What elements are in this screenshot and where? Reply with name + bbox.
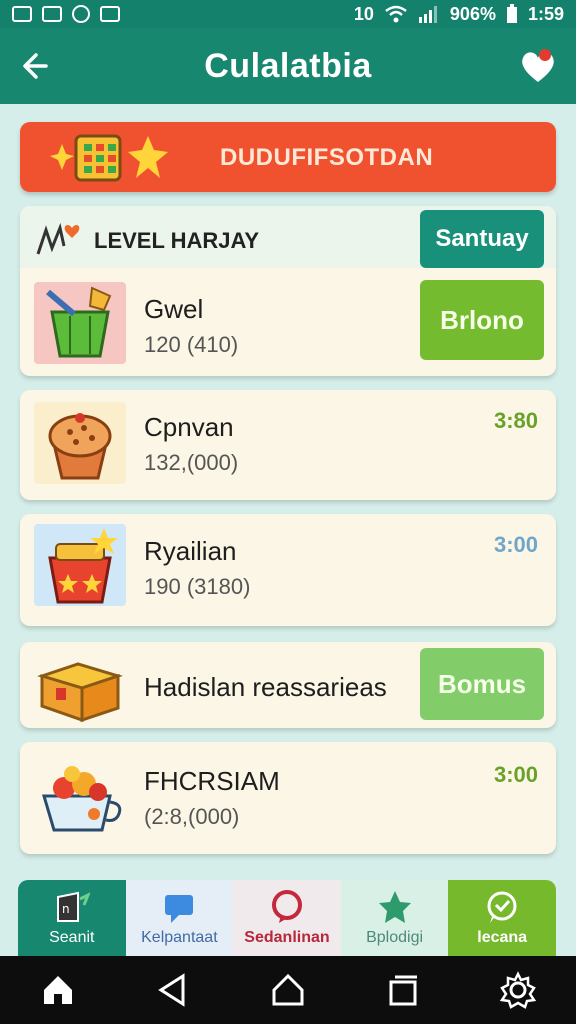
tab-lecana[interactable]: lecana [448, 880, 556, 956]
chat-icon [165, 895, 194, 923]
tab-seanit[interactable]: n Seanit [18, 880, 126, 956]
tab-label: Kelpantaat [141, 929, 218, 946]
tab-label: Bplodigi [366, 929, 424, 946]
clock: 1:59 [527, 3, 564, 24]
speech-bubble-icon [271, 890, 302, 923]
image-icon [12, 6, 32, 22]
back-arrow-icon[interactable] [18, 48, 58, 84]
game-icon: n [56, 891, 90, 922]
fruit-cup-thumbnail [34, 752, 126, 834]
treasure-chest-thumbnail [34, 646, 126, 724]
item-name: Hadislan reassarieas [144, 672, 387, 702]
item-name: Ryailian [144, 536, 237, 566]
item-subtitle: 132,(000) [144, 450, 239, 475]
music-heart-icon [34, 220, 86, 260]
item-name: FHCRSIAM [144, 766, 280, 796]
tab-sedanlinan[interactable]: Sedanlinan [233, 880, 341, 956]
calendar-icon [100, 6, 120, 22]
list-item[interactable]: FHCRSIAM (2:8,(000) 3:00 [20, 742, 556, 854]
item-subtitle: (2:8,(000) [144, 804, 240, 829]
bottom-tab-bar: n Seanit Kelpantaat Sedanlinan Bplodigi … [18, 880, 556, 956]
page-title: Culalatbia [204, 46, 372, 85]
battery-percent: 906% [449, 3, 496, 24]
home-outline-icon[interactable] [268, 970, 308, 1010]
item-time: 3:00 [493, 762, 538, 787]
promo-banner[interactable]: DUDUFIFSOTDAN [20, 122, 556, 192]
wifi-icon [385, 5, 407, 23]
circle-icon [72, 5, 90, 23]
level-title: LEVEL HARJAY [94, 228, 260, 253]
status-bar: 10 906% 1:59 [0, 0, 576, 28]
chart-icon [42, 6, 62, 22]
item-name: Cpnvan [144, 412, 234, 442]
item-time: 3:80 [493, 408, 538, 433]
item-subtitle: 190 (3180) [144, 574, 251, 599]
bonus-button[interactable]: Bomus [420, 648, 544, 720]
system-nav-bar [0, 956, 576, 1024]
item-name: Gwel [144, 294, 204, 324]
network-indicator: 10 [353, 3, 374, 24]
level-card: LEVEL HARJAY Santuay Gwel 120 (410) Brlo… [20, 206, 556, 376]
star-icon [378, 891, 411, 923]
back-icon[interactable] [153, 970, 193, 1010]
battery-icon [506, 4, 517, 23]
settings-gear-icon[interactable] [498, 970, 538, 1010]
calendar-reward-icon [40, 130, 170, 184]
signal-icon [418, 6, 437, 23]
tab-label: Sedanlinan [244, 929, 330, 946]
svg-text:n: n [62, 902, 70, 916]
whatsapp-icon [487, 891, 517, 923]
santuay-button[interactable]: Santuay [420, 210, 544, 268]
item-subtitle: 120 (410) [144, 332, 239, 357]
star-bucket-thumbnail [34, 524, 126, 606]
bucket-thumbnail [34, 282, 126, 364]
tab-bplodigi[interactable]: Bplodigi [340, 880, 449, 956]
home-icon[interactable] [38, 970, 78, 1010]
tab-label: Seanit [49, 929, 95, 946]
list-item[interactable]: Ryailian 190 (3180) 3:00 [20, 514, 556, 626]
app-bar: Culalatbia [0, 28, 576, 104]
list-item[interactable]: Hadislan reassarieas Bomus [20, 642, 556, 728]
favorite-heart-icon[interactable] [518, 46, 558, 86]
tab-label: lecana [477, 929, 528, 946]
brlono-button[interactable]: Brlono [420, 280, 544, 360]
tab-kelpantaat[interactable]: Kelpantaat [125, 880, 234, 956]
list-item[interactable]: Cpnvan 132,(000) 3:80 [20, 390, 556, 500]
banner-text: DUDUFIFSOTDAN [220, 144, 434, 171]
recents-icon[interactable] [383, 970, 423, 1010]
muffin-thumbnail [34, 402, 126, 484]
item-time: 3:00 [493, 532, 538, 557]
